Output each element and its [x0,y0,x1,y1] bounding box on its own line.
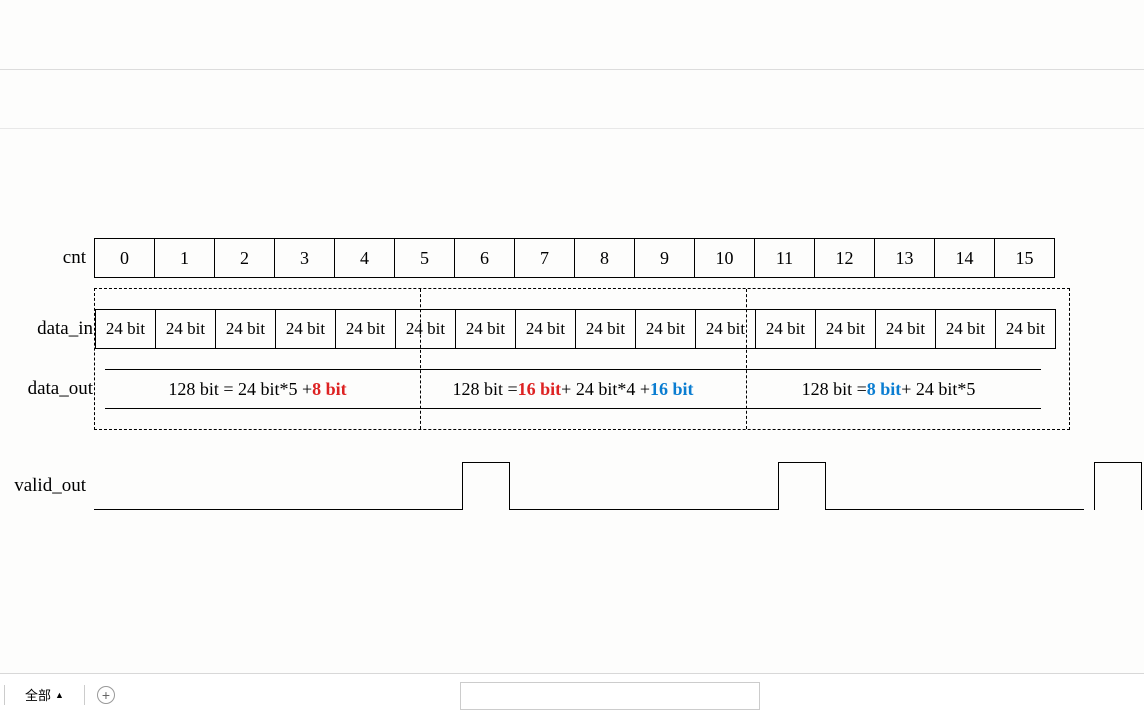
data-in-cell: 24 bit [935,309,996,349]
timing-diagram: cnt 0 1 2 3 4 5 6 7 8 9 10 11 12 13 14 1… [14,238,1084,510]
cnt-cell: 3 [274,238,335,278]
row-data-in: data_in 24 bit 24 bit 24 bit 24 bit 24 b… [95,295,1069,359]
label-data-out: data_out [15,378,93,400]
data-in-cell: 24 bit [215,309,276,349]
data-out-segments: 128 bit = 24 bit*5 + 8 bit 128 bit = 16 … [95,369,1069,409]
plus-icon: + [102,687,110,703]
valid-baseline [94,509,1084,510]
row-data-out: data_out 128 bit = 24 bit*5 + 8 bit 128 … [95,359,1069,423]
cnt-cell: 5 [394,238,455,278]
data-in-cell: 24 bit [335,309,396,349]
text: + 24 bit*4 + [561,379,650,400]
cnt-cell: 8 [574,238,635,278]
footer-all-label: 全部 [25,685,51,704]
highlight-blue: 8 bit [867,379,902,400]
footer-search-input[interactable] [460,682,760,710]
footer-all-button[interactable]: 全部 ▲ [17,685,72,704]
cnt-cell: 1 [154,238,215,278]
valid-pulse [1094,462,1142,510]
text: 128 bit = [453,379,518,400]
data-in-cell: 24 bit [455,309,516,349]
row-cnt: cnt 0 1 2 3 4 5 6 7 8 9 10 11 12 13 14 1… [14,238,1084,278]
cnt-cell: 0 [94,238,155,278]
row-valid-out: valid_out [14,462,1084,510]
cnt-cell: 12 [814,238,875,278]
group-divider [746,289,747,429]
data-out-seg-2: 128 bit = 16 bit + 24 bit*4 + 16 bit [410,369,736,409]
cnt-cell: 13 [874,238,935,278]
text: + 24 bit*5 [901,379,975,400]
add-button[interactable]: + [97,686,115,704]
data-in-cell: 24 bit [515,309,576,349]
footer-bar: 全部 ▲ + [0,673,1144,715]
data-in-cell: 24 bit [155,309,216,349]
data-out-seg-3: 128 bit = 8 bit + 24 bit*5 [736,369,1041,409]
cnt-cell: 2 [214,238,275,278]
valid-track [94,462,1084,510]
triangle-up-icon: ▲ [55,690,64,700]
data-in-cell: 24 bit [995,309,1056,349]
highlight-red: 8 bit [312,379,347,400]
data-out-seg-1: 128 bit = 24 bit*5 + 8 bit [105,369,410,409]
valid-pulse [778,462,826,510]
data-in-cell: 24 bit [575,309,636,349]
footer-sep [84,685,85,705]
cnt-cell: 10 [694,238,755,278]
data-in-cells: 24 bit 24 bit 24 bit 24 bit 24 bit 24 bi… [95,309,1056,349]
cnt-cell: 14 [934,238,995,278]
data-in-cell: 24 bit [755,309,816,349]
cnt-cell: 4 [334,238,395,278]
label-valid-out: valid_out [14,475,94,497]
data-in-cell: 24 bit [635,309,696,349]
data-in-cell: 24 bit [815,309,876,349]
cnt-cell: 15 [994,238,1055,278]
grouping-box: data_in 24 bit 24 bit 24 bit 24 bit 24 b… [94,288,1070,430]
label-cnt: cnt [14,247,94,269]
footer-sep [4,685,5,705]
cnt-cell: 11 [754,238,815,278]
divider [0,69,1144,70]
data-in-cell: 24 bit [275,309,336,349]
data-in-cell: 24 bit [95,309,156,349]
cnt-cell: 6 [454,238,515,278]
data-in-cell: 24 bit [395,309,456,349]
text: 128 bit = [802,379,867,400]
data-in-cell: 24 bit [875,309,936,349]
divider [0,128,1144,129]
label-data-in: data_in [15,318,93,340]
group-divider [420,289,421,429]
cnt-cell: 7 [514,238,575,278]
valid-pulse [462,462,510,510]
cnt-cells: 0 1 2 3 4 5 6 7 8 9 10 11 12 13 14 15 [94,238,1055,278]
highlight-red: 16 bit [518,379,562,400]
highlight-blue: 16 bit [650,379,694,400]
text: 128 bit = 24 bit*5 + [168,379,312,400]
cnt-cell: 9 [634,238,695,278]
